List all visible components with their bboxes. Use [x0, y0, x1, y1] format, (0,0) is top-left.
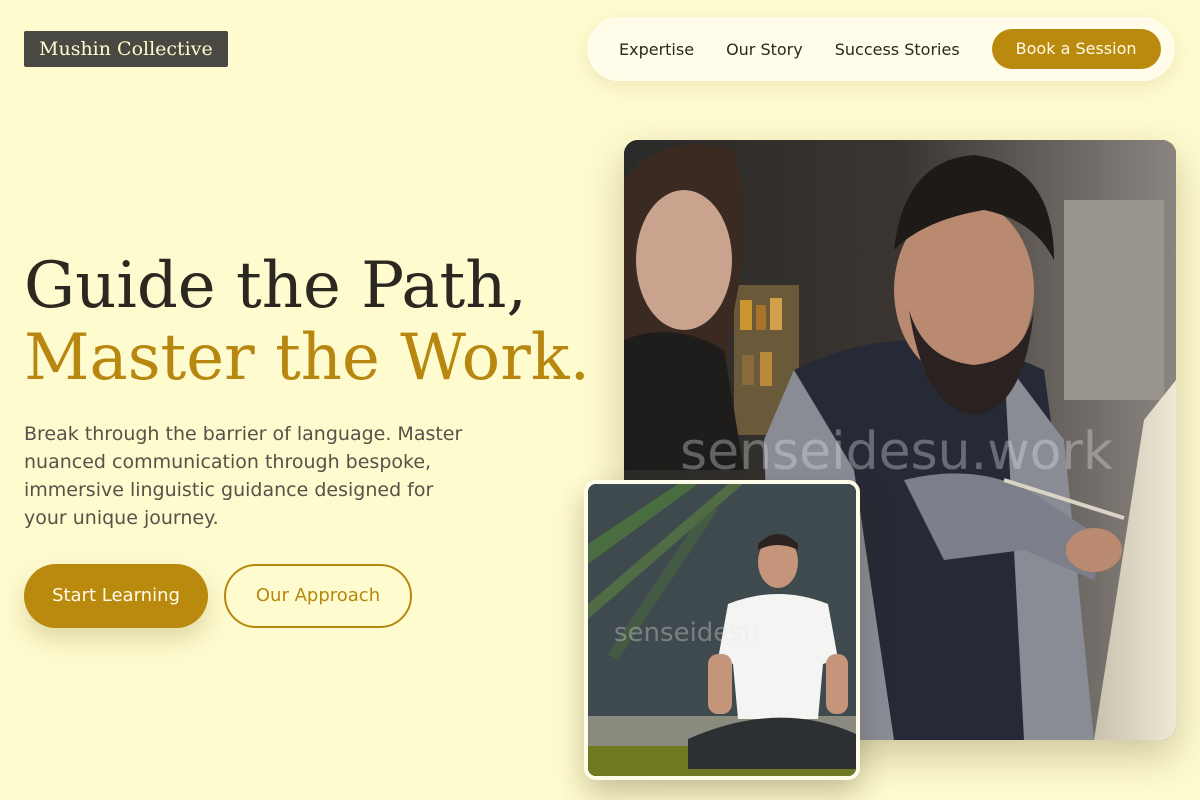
main-nav: Expertise Our Story Success Stories Book… [587, 17, 1175, 81]
hero-description: Break through the barrier of language. M… [24, 423, 463, 529]
meditation-illustration [588, 484, 856, 776]
our-approach-button[interactable]: Our Approach [224, 564, 412, 628]
hero-inset-image: senseidesu [584, 480, 860, 780]
hero-headline: Guide the Path, Master the Work. [24, 250, 590, 394]
nav-link-expertise[interactable]: Expertise [619, 40, 694, 59]
book-session-button[interactable]: Book a Session [991, 29, 1161, 69]
brand-logo[interactable]: Mushin Collective [24, 31, 228, 67]
headline-line-1: Guide the Path, [24, 249, 527, 323]
nav-link-our-story[interactable]: Our Story [726, 40, 803, 59]
headline-line-2: Master the Work. [24, 321, 590, 395]
start-learning-button[interactable]: Start Learning [24, 564, 208, 628]
nav-link-success-stories[interactable]: Success Stories [835, 40, 960, 59]
